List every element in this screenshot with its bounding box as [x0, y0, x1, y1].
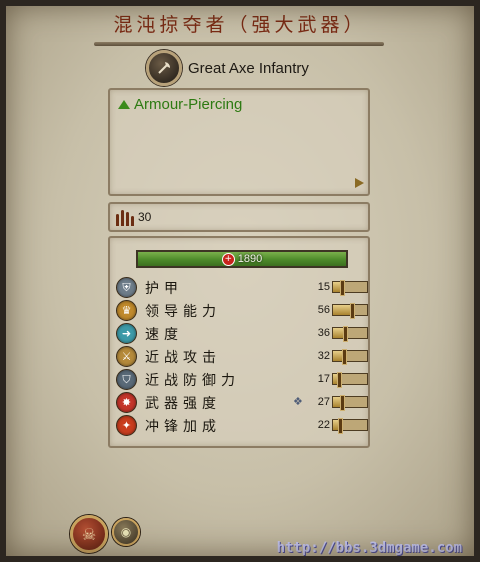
stat-label: 近战攻击 [145, 349, 221, 366]
stat-value: 32 [317, 350, 330, 362]
stat-row[interactable]: ✦ 冲锋加成 22 [116, 414, 368, 437]
stat-value: 15 [317, 281, 330, 293]
health-bar: + 1890 [136, 250, 348, 268]
unit-header: Great Axe Infantry [146, 50, 309, 86]
stat-value: 22 [317, 419, 330, 431]
eye-icon: ◉ [120, 525, 132, 539]
stat-bar [332, 280, 368, 296]
stat-bar-marker [341, 349, 347, 365]
weapon-strength-icon: ✸ [116, 392, 137, 413]
stat-bar [332, 326, 368, 342]
unit-count: 30 [138, 210, 152, 224]
stat-bar [332, 395, 368, 411]
health-cross-icon: + [221, 252, 235, 266]
skull-icon: ☠ [81, 524, 97, 544]
stat-bar-marker [349, 303, 355, 319]
melee-defence-icon: ⛉ [116, 369, 137, 390]
men-icon [116, 208, 134, 226]
stat-bar [332, 303, 368, 319]
stat-row[interactable]: ✸ 武器强度 ❖ 27 [116, 391, 368, 414]
stat-row[interactable]: ♛ 领导能力 56 [116, 299, 368, 322]
stat-value: 27 [317, 396, 330, 408]
stat-value: 56 [317, 304, 330, 316]
stat-row[interactable]: ⚔ 近战攻击 32 [116, 345, 368, 368]
ability-item[interactable]: Armour-Piercing [118, 96, 242, 113]
health-value: 1890 [237, 253, 263, 265]
stat-label: 近战防御力 [145, 372, 240, 389]
stat-bar-marker [336, 372, 342, 388]
stat-row[interactable]: ⛉ 近战防御力 17 [116, 368, 368, 391]
stat-value: 17 [317, 373, 330, 385]
stat-row[interactable]: ➜ 速度 36 [116, 322, 368, 345]
title-divider [94, 42, 384, 46]
unit-card-button[interactable]: ☠ [70, 515, 108, 553]
stat-label: 护甲 [145, 280, 183, 297]
stat-label: 速度 [145, 326, 183, 343]
zoom-to-unit-button[interactable]: ◉ [112, 518, 140, 546]
leadership-icon: ♛ [116, 300, 137, 321]
unit-title: 混沌掠夺者（强大武器） [113, 14, 367, 36]
stat-bar [332, 418, 368, 434]
abilities-panel: Armour-Piercing [108, 88, 370, 196]
unit-info-panel: 混沌掠夺者（强大武器） Great Axe Infantry Armour-Pi… [0, 0, 480, 562]
melee-attack-icon: ⚔ [116, 346, 137, 367]
unit-name: Great Axe Infantry [188, 59, 309, 77]
scroll-right-arrow-icon[interactable] [355, 178, 364, 188]
speed-icon: ➜ [116, 323, 137, 344]
charge-bonus-icon: ✦ [116, 415, 137, 436]
stat-bar-marker [342, 326, 348, 342]
armour-icon: ⛨ [116, 277, 137, 298]
stat-bar-marker [340, 395, 346, 411]
stat-label: 领导能力 [145, 303, 221, 320]
stat-bar [332, 372, 368, 388]
stat-row[interactable]: ⛨ 护甲 15 [116, 276, 368, 299]
stat-bar-marker [339, 280, 345, 296]
unit-count-panel: 30 [108, 202, 370, 232]
stat-value: 36 [317, 327, 330, 339]
watermark: http://bbs.3dmgame.com [276, 540, 462, 556]
stat-label: 武器强度 [145, 395, 221, 412]
ability-label: Armour-Piercing [134, 96, 243, 113]
stats-list: ⛨ 护甲 15 ♛ 领导能力 56 ➜ 速度 36 ⚔ 近战攻击 32 ⛉ 近战防御力 17 ✸ 武器强度 ❖ 27… [116, 276, 368, 437]
axe-icon [146, 50, 182, 86]
green-up-triangle-icon [118, 100, 130, 109]
stat-label: 冲锋加成 [145, 418, 221, 435]
stat-bar [332, 349, 368, 365]
stat-bar-marker [338, 418, 344, 434]
stats-panel: + 1890 ⛨ 护甲 15 ♛ 领导能力 56 ➜ 速度 36 ⚔ 近战攻击 32 ⛉ 近战防御力 17 ✸… [108, 236, 370, 448]
